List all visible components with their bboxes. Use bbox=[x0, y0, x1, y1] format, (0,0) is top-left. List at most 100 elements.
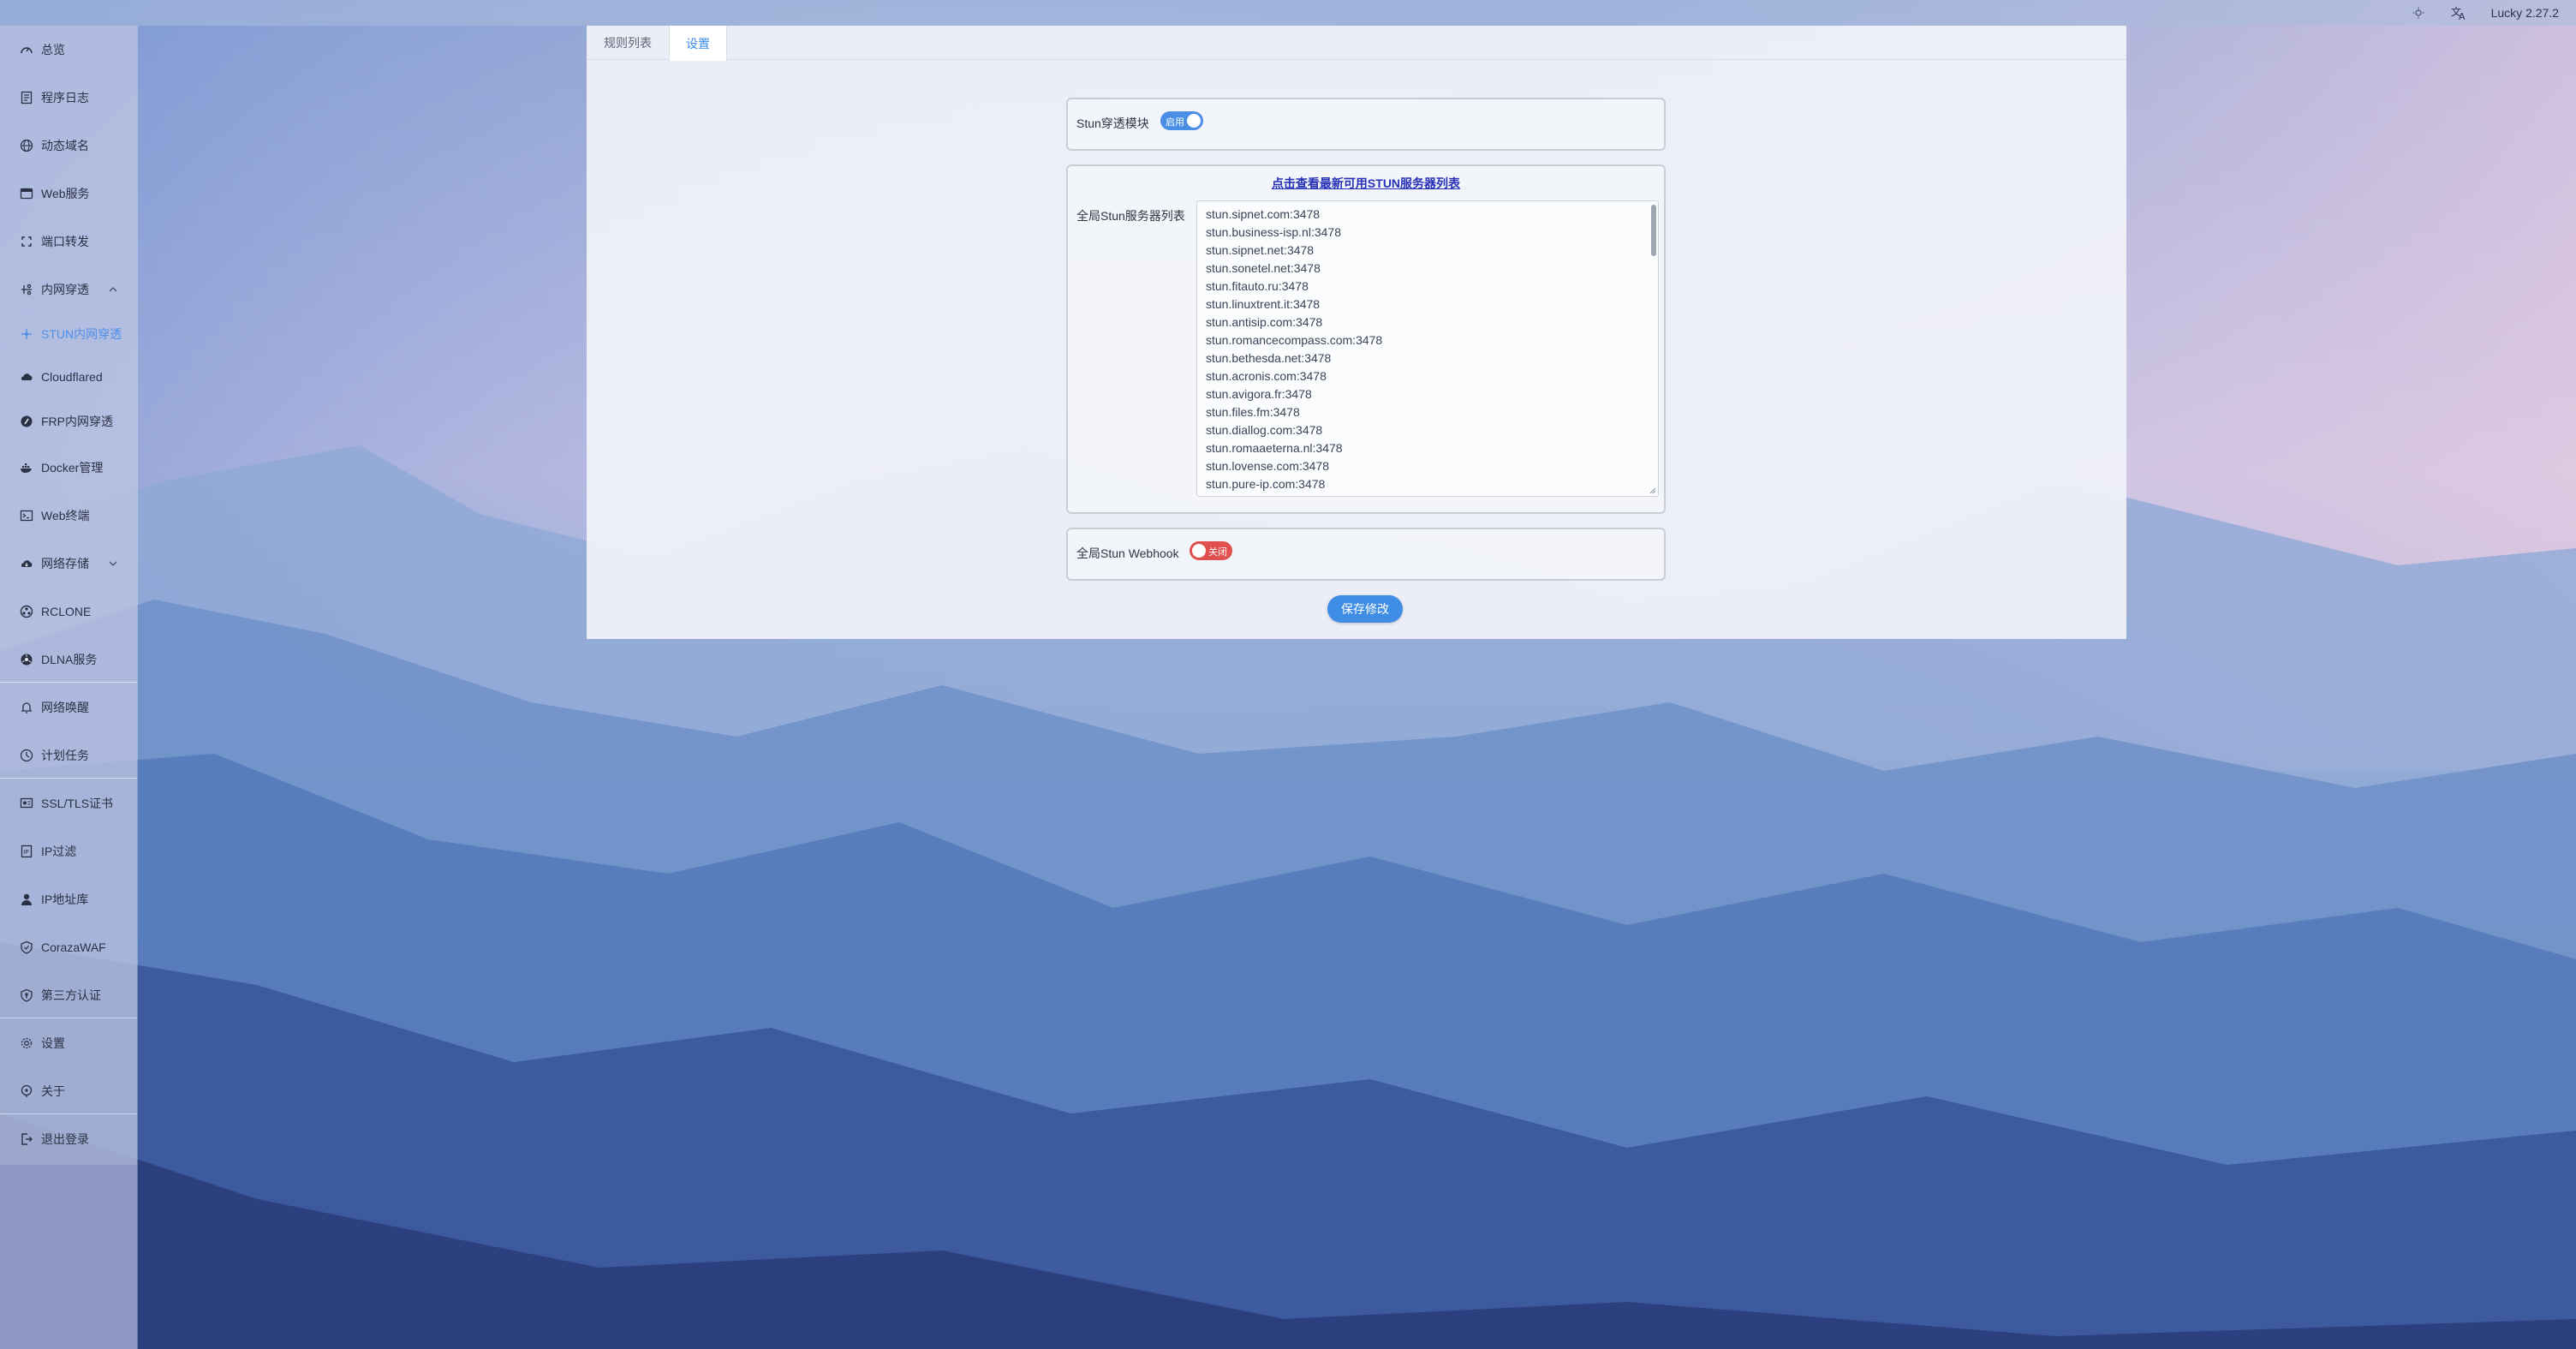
webhook-label: 全局Stun Webhook bbox=[1076, 546, 1179, 560]
sidebar-item-label: 计划任务 bbox=[41, 749, 89, 762]
shield-icon bbox=[19, 940, 34, 955]
sidebar-item-label: FRP内网穿透 bbox=[41, 415, 113, 428]
sidebar-item-label: 端口转发 bbox=[41, 235, 89, 248]
sidebar-item-label: 动态域名 bbox=[41, 139, 89, 152]
stun-module-switch[interactable]: 启用 bbox=[1160, 111, 1203, 130]
stun-module-card: Stun穿透模块 启用 bbox=[1066, 98, 1666, 151]
sidebar-item-ip-database[interactable]: IP地址库 bbox=[0, 882, 137, 916]
settings-panel: 规则列表 设置 Stun穿透模块 启用 点击查看最新可用STUN服务器列表 全局… bbox=[587, 26, 2126, 639]
sidebar-item-logs[interactable]: 程序日志 bbox=[0, 81, 137, 115]
cloud-icon bbox=[19, 369, 34, 385]
sidebar-item-web-service[interactable]: Web服务 bbox=[0, 176, 137, 211]
server-row: stun.sipnet.com:3478 bbox=[1206, 207, 1321, 221]
chevron-down-icon bbox=[108, 558, 118, 568]
tab-rule-list[interactable]: 规则列表 bbox=[587, 26, 669, 60]
sidebar-item-about[interactable]: 关于 bbox=[0, 1074, 137, 1108]
sun-icon[interactable] bbox=[2409, 3, 2428, 22]
svg-text:IP: IP bbox=[23, 849, 28, 856]
server-row: stun.bethesda.net:3478 bbox=[1206, 351, 1332, 365]
sidebar-item-label: 程序日志 bbox=[41, 91, 89, 104]
dashboard-icon bbox=[19, 42, 34, 57]
translate-icon[interactable]: 文A bbox=[2450, 3, 2469, 22]
web-service-icon bbox=[19, 186, 34, 201]
terminal-icon bbox=[19, 508, 34, 523]
auth-shield-icon bbox=[19, 988, 34, 1003]
sidebar-item-frp[interactable]: FRP内网穿透 bbox=[0, 404, 137, 439]
sidebar-item-logout[interactable]: 退出登录 bbox=[0, 1122, 137, 1156]
sidebar-item-label: Cloudflared bbox=[41, 370, 103, 384]
sidebar-item-settings[interactable]: 设置 bbox=[0, 1026, 137, 1060]
sidebar-item-tunnel[interactable]: 内网穿透 bbox=[0, 272, 137, 307]
log-icon bbox=[19, 90, 34, 105]
tab-settings[interactable]: 设置 bbox=[669, 26, 727, 61]
sidebar-item-third-party-auth[interactable]: 第三方认证 bbox=[0, 978, 137, 1012]
stun-server-list-card: 点击查看最新可用STUN服务器列表 全局Stun服务器列表 stun.sipne… bbox=[1066, 164, 1666, 514]
server-row: stun.lovense.com:3478 bbox=[1206, 459, 1329, 473]
resize-handle-icon[interactable] bbox=[1649, 487, 1656, 494]
sidebar-item-ip-filter[interactable]: IP IP过滤 bbox=[0, 834, 137, 868]
sidebar-item-docker[interactable]: Docker管理 bbox=[0, 451, 137, 485]
server-row: stun.diallog.com:3478 bbox=[1206, 423, 1323, 437]
docker-icon bbox=[19, 460, 34, 475]
sidebar-item-label: Docker管理 bbox=[41, 461, 104, 475]
sidebar-item-dlna[interactable]: DLNA服务 bbox=[0, 642, 137, 677]
sidebar-item-overview[interactable]: 总览 bbox=[0, 33, 137, 67]
rclone-icon bbox=[19, 604, 34, 619]
sidebar-item-wake-on-lan[interactable]: 网络唤醒 bbox=[0, 690, 137, 725]
certificate-icon bbox=[19, 796, 34, 811]
sidebar-item-cloudflared[interactable]: Cloudflared bbox=[0, 360, 137, 394]
sidebar-item-rclone[interactable]: RCLONE bbox=[0, 594, 137, 629]
sidebar-item-label: 网络存储 bbox=[41, 557, 89, 570]
sidebar: 总览 程序日志 动态域名 Web服务 端口转发 内网穿透 STUN内网穿透 Cl… bbox=[0, 26, 137, 1349]
sidebar-item-web-terminal[interactable]: Web终端 bbox=[0, 498, 137, 533]
chevron-up-icon bbox=[108, 284, 118, 294]
sidebar-item-scheduled-tasks[interactable]: 计划任务 bbox=[0, 738, 137, 773]
server-row: stun.antisip.com:3478 bbox=[1206, 315, 1323, 329]
sidebar-divider bbox=[0, 778, 137, 779]
sidebar-item-label: 退出登录 bbox=[41, 1132, 89, 1146]
server-row: stun.fitauto.ru:3478 bbox=[1206, 279, 1309, 293]
sidebar-item-label: 总览 bbox=[41, 43, 65, 57]
sidebar-item-label: SSL/TLS证书 bbox=[41, 797, 114, 810]
sidebar-item-corazawaf[interactable]: CorazaWAF bbox=[0, 930, 137, 964]
sidebar-item-label: 内网穿透 bbox=[41, 283, 89, 296]
server-row: stun.files.fm:3478 bbox=[1206, 405, 1300, 419]
sidebar-item-label: 网络唤醒 bbox=[41, 701, 89, 714]
server-row: stun.acronis.com:3478 bbox=[1206, 369, 1327, 383]
server-list-label: 全局Stun服务器列表 bbox=[1076, 209, 1185, 223]
sidebar-item-ddns[interactable]: 动态域名 bbox=[0, 128, 137, 163]
sidebar-divider bbox=[0, 1113, 137, 1114]
server-row: stun.romancecompass.com:3478 bbox=[1206, 333, 1383, 347]
sidebar-footer-area bbox=[0, 1165, 137, 1349]
sidebar-item-stun[interactable]: STUN内网穿透 bbox=[0, 317, 137, 351]
sidebar-item-port-forward[interactable]: 端口转发 bbox=[0, 224, 137, 259]
server-list-textarea[interactable]: stun.sipnet.com:3478 stun.business-isp.nl… bbox=[1196, 200, 1659, 497]
tab-label: 规则列表 bbox=[604, 36, 652, 50]
sidebar-item-ssl-cert[interactable]: SSL/TLS证书 bbox=[0, 786, 137, 821]
save-changes-button[interactable]: 保存修改 bbox=[1327, 595, 1403, 623]
server-row: stun.sipnet.net:3478 bbox=[1206, 243, 1315, 257]
sidebar-divider bbox=[0, 682, 137, 683]
bell-icon bbox=[19, 700, 34, 715]
dlna-icon bbox=[19, 652, 34, 667]
tab-label: 设置 bbox=[686, 36, 710, 51]
sidebar-item-label: 关于 bbox=[41, 1084, 65, 1098]
port-forward-icon bbox=[19, 234, 34, 249]
stun-server-list-link[interactable]: 点击查看最新可用STUN服务器列表 bbox=[1068, 175, 1664, 192]
logout-icon bbox=[19, 1131, 34, 1147]
switch-knob bbox=[1192, 544, 1206, 558]
version-label: Lucky 2.27.2 bbox=[2490, 6, 2559, 20]
sidebar-item-label: RCLONE bbox=[41, 605, 92, 618]
sidebar-item-label: DLNA服务 bbox=[41, 653, 98, 666]
server-row: stun.linuxtrent.it:3478 bbox=[1206, 297, 1321, 311]
sidebar-item-label: IP地址库 bbox=[41, 892, 89, 906]
sidebar-item-label: IP过滤 bbox=[41, 845, 77, 858]
user-icon bbox=[19, 892, 34, 907]
scrollbar-thumb[interactable] bbox=[1651, 205, 1656, 256]
sidebar-item-network-storage[interactable]: 网络存储 bbox=[0, 546, 137, 581]
sidebar-item-label: Web服务 bbox=[41, 187, 90, 200]
storage-icon bbox=[19, 556, 34, 571]
switch-knob bbox=[1187, 114, 1201, 128]
server-row: stun.avigora.fr:3478 bbox=[1206, 387, 1312, 401]
webhook-switch[interactable]: 关闭 bbox=[1190, 541, 1232, 560]
